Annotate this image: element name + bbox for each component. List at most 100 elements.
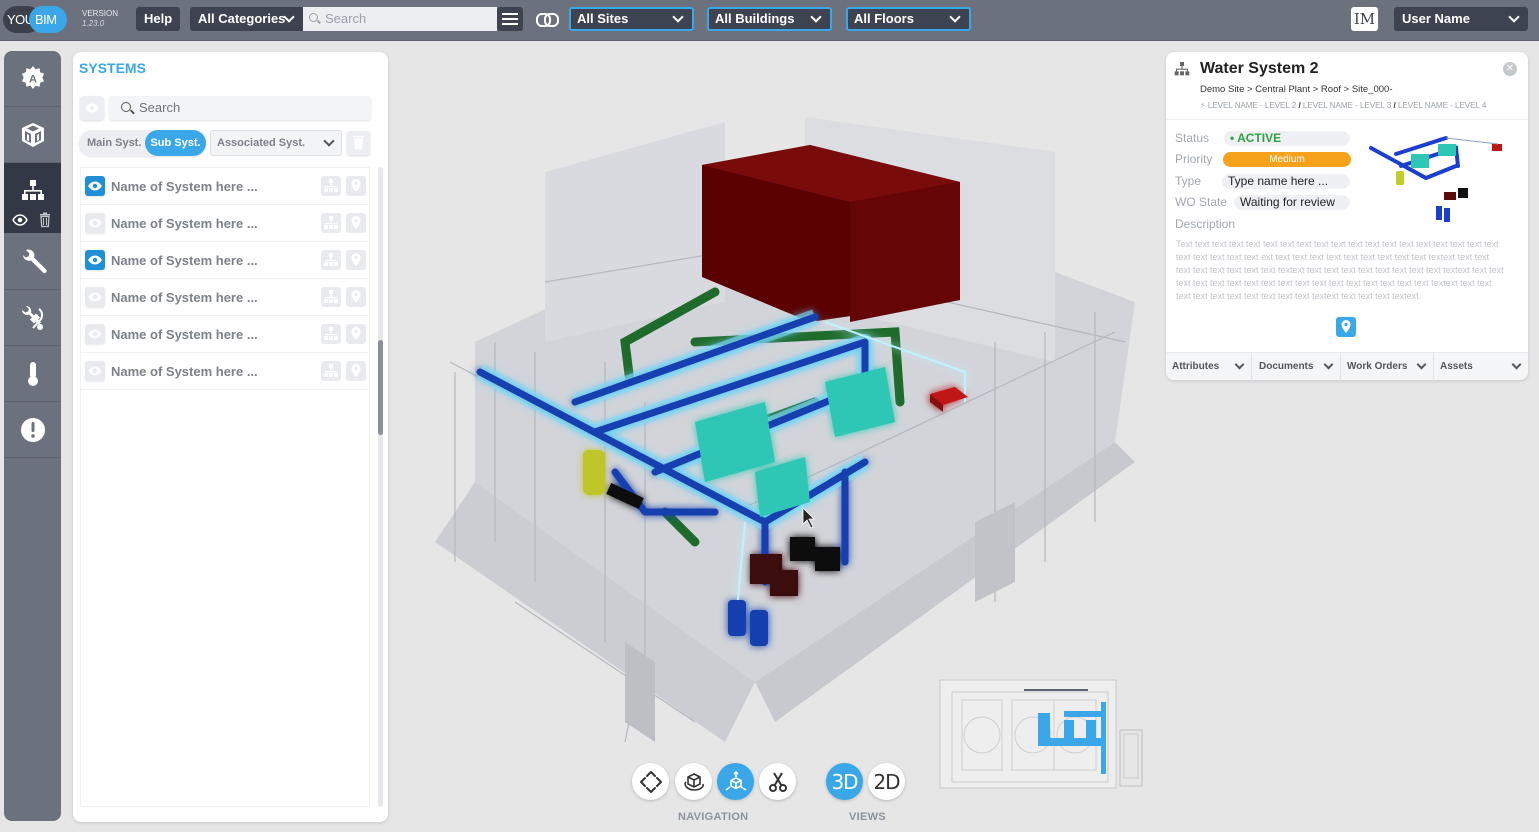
scrollbar-thumb[interactable] bbox=[378, 340, 383, 435]
level-path-item[interactable]: LEVEL NAME - LEVEL 2 bbox=[1208, 101, 1296, 110]
orbit-button[interactable] bbox=[675, 763, 712, 800]
tab-documents[interactable]: Documents bbox=[1253, 353, 1341, 381]
tool-tools[interactable] bbox=[4, 290, 61, 346]
pan-arrows-icon bbox=[639, 770, 662, 793]
locate-button[interactable] bbox=[346, 324, 366, 344]
pan-button[interactable] bbox=[632, 763, 669, 800]
help-button[interactable]: Help bbox=[136, 7, 181, 31]
level-path-item[interactable]: LEVEL NAME - LEVEL 4 bbox=[1398, 101, 1486, 110]
details-tabs: Attributes Documents Work Orders Assets bbox=[1166, 352, 1528, 381]
map-pin-icon bbox=[351, 179, 361, 192]
locate-button[interactable] bbox=[1336, 317, 1356, 337]
visibility-toggle[interactable] bbox=[85, 324, 105, 344]
gear-a-icon: A bbox=[21, 65, 44, 89]
list-view-button[interactable] bbox=[497, 7, 523, 31]
system-list-item[interactable]: Name of System here ... bbox=[81, 168, 369, 205]
visibility-toggle[interactable] bbox=[85, 287, 105, 307]
system-list-item[interactable]: Name of System here ... bbox=[81, 242, 369, 279]
visibility-toggle[interactable] bbox=[85, 361, 105, 381]
system-list-item[interactable]: Name of System here ... bbox=[81, 205, 369, 242]
tool-sensors[interactable] bbox=[4, 346, 61, 402]
locate-button[interactable] bbox=[346, 250, 366, 270]
bolt-icon: ⚡ bbox=[1200, 101, 1206, 110]
eye-icon bbox=[88, 255, 102, 265]
details-levels: ⚡ LEVEL NAME - LEVEL 2 / LEVEL NAME - LE… bbox=[1200, 101, 1487, 110]
main-system-toggle[interactable]: Main Syst. bbox=[87, 130, 141, 156]
map-pin-icon bbox=[1341, 320, 1351, 333]
hierarchy-button[interactable] bbox=[321, 324, 341, 344]
explode-cube-icon bbox=[725, 770, 746, 791]
system-thumbnail[interactable] bbox=[1366, 126, 1506, 226]
system-name: Name of System here ... bbox=[111, 216, 258, 231]
hierarchy-icon bbox=[324, 179, 338, 192]
view-2d-button[interactable]: 2D bbox=[868, 763, 905, 800]
site-select[interactable]: All Sites bbox=[569, 7, 694, 31]
tab-work-orders[interactable]: Work Orders bbox=[1341, 353, 1434, 381]
panel-title: SYSTEMS bbox=[79, 60, 146, 76]
top-search-input[interactable]: Search bbox=[303, 7, 497, 31]
navigation-label: NAVIGATION bbox=[678, 811, 749, 823]
trash-icon[interactable] bbox=[37, 212, 53, 228]
hierarchy-button[interactable] bbox=[321, 213, 341, 233]
eye-icon bbox=[88, 218, 102, 228]
locate-button[interactable] bbox=[346, 213, 366, 233]
toggle-all-visibility-button[interactable] bbox=[80, 96, 104, 120]
type-value: Type name here ... bbox=[1222, 174, 1350, 189]
tab-assets[interactable]: Assets bbox=[1434, 353, 1528, 381]
explode-button[interactable] bbox=[717, 763, 754, 800]
scrollbar-track[interactable] bbox=[378, 167, 383, 807]
wrench-icon bbox=[22, 249, 47, 273]
hierarchy-icon bbox=[21, 179, 44, 200]
link-icon[interactable] bbox=[536, 12, 559, 27]
system-list-item[interactable]: Name of System here ... bbox=[81, 279, 369, 316]
version-label: VERSION bbox=[82, 9, 119, 18]
visibility-toggle[interactable] bbox=[85, 176, 105, 196]
chevron-down-icon bbox=[672, 11, 684, 23]
hierarchy-button[interactable] bbox=[321, 361, 341, 381]
3d-viewport[interactable] bbox=[395, 42, 1160, 762]
clear-button[interactable] bbox=[347, 131, 370, 155]
type-label: Type bbox=[1175, 174, 1202, 188]
visibility-toggle[interactable] bbox=[85, 250, 105, 270]
visibility-toggle[interactable] bbox=[85, 213, 105, 233]
locate-button[interactable] bbox=[346, 287, 366, 307]
user-avatar[interactable]: IM bbox=[1351, 7, 1378, 31]
alert-icon bbox=[20, 417, 45, 442]
locate-button[interactable] bbox=[346, 361, 366, 381]
hierarchy-button[interactable] bbox=[321, 176, 341, 196]
category-select-value: All Categories bbox=[198, 11, 286, 26]
2d-minimap[interactable] bbox=[938, 678, 1144, 790]
view-3d-button[interactable]: 3D bbox=[826, 763, 863, 800]
user-menu-select[interactable]: User Name bbox=[1394, 7, 1528, 31]
chevron-down-icon bbox=[1234, 359, 1245, 370]
tool-maintenance[interactable] bbox=[4, 234, 61, 290]
close-icon[interactable]: ✕ bbox=[1503, 62, 1517, 76]
level-path-item[interactable]: LEVEL NAME - LEVEL 3 bbox=[1303, 101, 1391, 110]
hierarchy-button[interactable] bbox=[321, 287, 341, 307]
divider bbox=[1166, 119, 1528, 120]
tool-model[interactable] bbox=[4, 107, 61, 163]
system-details-panel: Water System 2 Demo Site > Central Plant… bbox=[1166, 52, 1528, 381]
tool-settings[interactable]: A bbox=[4, 51, 61, 107]
system-list-item[interactable]: Name of System here ... bbox=[81, 316, 369, 353]
system-list-item[interactable]: Name of System here ... bbox=[81, 353, 369, 390]
eye-icon[interactable] bbox=[12, 212, 28, 228]
category-select[interactable]: All Categories bbox=[190, 7, 303, 31]
chevron-down-icon bbox=[949, 11, 961, 23]
search-icon bbox=[121, 102, 131, 112]
associated-system-select[interactable]: Associated Syst. bbox=[210, 130, 342, 156]
systems-search-input[interactable]: Search bbox=[109, 96, 371, 120]
tab-attributes[interactable]: Attributes bbox=[1166, 353, 1252, 381]
building-select[interactable]: All Buildings bbox=[707, 7, 832, 31]
locate-button[interactable] bbox=[346, 176, 366, 196]
sub-system-toggle[interactable]: Sub Syst. bbox=[145, 130, 206, 156]
search-icon bbox=[309, 13, 318, 22]
youbim-logo[interactable]: YOU BIM bbox=[3, 6, 67, 33]
tool-alerts[interactable] bbox=[4, 402, 61, 458]
cube-icon bbox=[21, 122, 44, 147]
system-name: Name of System here ... bbox=[111, 327, 258, 342]
section-button[interactable] bbox=[759, 763, 796, 800]
hierarchy-button[interactable] bbox=[321, 250, 341, 270]
description-label: Description bbox=[1175, 217, 1236, 231]
floor-select[interactable]: All Floors bbox=[846, 7, 971, 31]
